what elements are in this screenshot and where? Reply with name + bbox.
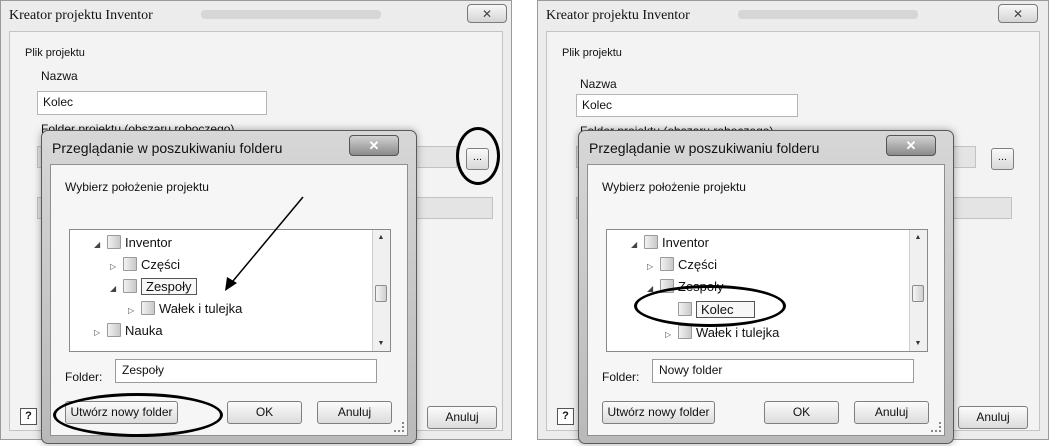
scroll-thumb[interactable] (912, 285, 924, 302)
folder-label: Folder: (602, 370, 640, 384)
wizard-title: Kreator projektu Inventor (546, 8, 690, 23)
tree-item-label: Części (678, 257, 718, 272)
folder-icon (678, 325, 692, 339)
arrow-line (232, 196, 304, 282)
dialog-title: Przeglądanie w poszukiwaniu folderu (589, 140, 820, 156)
screenshot-step-2: Kreator projektu Inventor ✕ Plik projekt… (537, 0, 1049, 446)
collapse-arrow-icon[interactable]: ◢ (631, 235, 642, 255)
folder-tree[interactable]: ◢ Inventor ▷ Części ◢ Zespoły Kolec ▷ Wałek … (606, 229, 928, 352)
inventor-project-wizard: Kreator projektu Inventor ✕ Plik projekt… (537, 0, 1049, 444)
name-label: Nazwa (580, 77, 617, 91)
folder-icon (660, 279, 674, 293)
tree-item-label: Zespoły (678, 279, 724, 294)
blurred-path-text (738, 10, 918, 19)
screenshot-step-1: Kreator projektu Inventor ✕ Plik projekt… (0, 0, 512, 446)
dialog-body: Wybierz położenie projektu ◢ Inventor ▷ Cz… (587, 164, 945, 436)
folder-icon (644, 235, 658, 249)
tree-item-zespoly[interactable]: ◢ Zespoły (647, 277, 724, 297)
inventor-project-wizard: Kreator projektu Inventor ✕ Plik projekt… (0, 0, 512, 444)
help-icon[interactable]: ? (557, 408, 574, 425)
dialog-description: Wybierz położenie projektu (602, 180, 746, 194)
project-name-field[interactable]: Kolec (576, 94, 798, 117)
tree-item-label: Inventor (662, 235, 709, 250)
browse-folder-button[interactable]: ... (991, 148, 1014, 170)
tree-item-label: Wałek i tulejka (696, 325, 780, 340)
pointer-arrow (225, 196, 304, 291)
tree-scrollbar[interactable]: ▲ ▼ (909, 230, 927, 351)
project-file-group-label: Plik projektu (562, 47, 622, 59)
dialog-cancel-button[interactable]: Anuluj (854, 401, 929, 424)
tree-item-rename-field[interactable]: Kolec (696, 301, 755, 318)
expand-arrow-icon[interactable]: ▷ (647, 257, 658, 277)
scroll-up-icon[interactable]: ▲ (913, 234, 923, 241)
browse-folder-dialog: Przeglądanie w poszukiwaniu folderu ✕ Wy… (578, 130, 954, 444)
wizard-close-button[interactable]: ✕ (998, 4, 1038, 23)
tree-item-walek[interactable]: ▷ Wałek i tulejka (665, 323, 779, 343)
tree-item-kolec[interactable]: Kolec (665, 300, 755, 320)
ok-button[interactable]: OK (764, 401, 839, 424)
expand-arrow-icon[interactable]: ▷ (665, 325, 676, 345)
tree-item-inventor[interactable]: ◢ Inventor (631, 233, 709, 253)
folder-name-input[interactable]: Nowy folder (652, 359, 914, 383)
tree-item-czesci[interactable]: ▷ Części (647, 255, 717, 275)
collapse-arrow-icon[interactable]: ◢ (647, 279, 658, 299)
scroll-down-icon[interactable]: ▼ (913, 340, 923, 347)
dialog-close-button[interactable]: ✕ (886, 135, 936, 156)
wizard-cancel-button[interactable]: Anuluj (958, 406, 1028, 429)
folder-icon (678, 302, 692, 316)
folder-icon (660, 257, 674, 271)
resize-grip-icon[interactable] (931, 422, 941, 432)
new-folder-button[interactable]: Utwórz nowy folder (602, 401, 715, 424)
